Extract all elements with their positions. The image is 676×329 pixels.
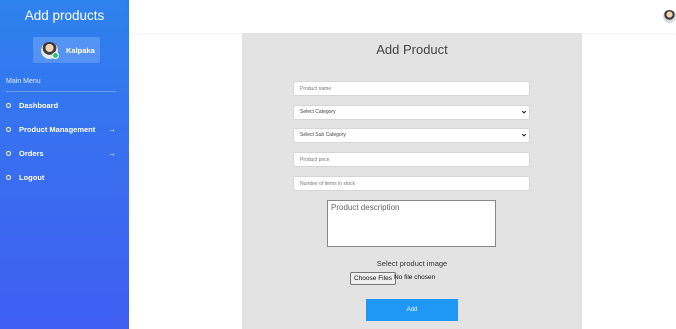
arrow-right-icon: → [108, 148, 116, 158]
menu-heading: Main Menu [6, 78, 41, 85]
product-price-input[interactable] [293, 152, 530, 167]
chevron-down-icon [521, 133, 527, 137]
file-status: No file chosen [394, 274, 436, 281]
category-select[interactable]: Select Category [293, 105, 530, 120]
sidebar-item-label: Logout [19, 172, 45, 182]
sidebar-item-orders[interactable]: Orders → [6, 147, 129, 159]
category-selected-value: Select Category [300, 109, 336, 115]
product-description-textarea[interactable]: Product description [327, 200, 496, 247]
choose-files-button[interactable]: Choose Files [350, 272, 396, 285]
sidebar-item-label: Dashboard [19, 100, 59, 110]
subcategory-selected-value: Select Sub Category [300, 132, 346, 138]
chevron-down-icon [521, 110, 527, 114]
add-product-panel: Add Product Select Category Select Sub C… [242, 33, 582, 329]
avatar [41, 41, 59, 59]
sidebar-item-dashboard[interactable]: Dashboard [6, 99, 58, 111]
sidebar-item-label: Orders [19, 148, 44, 158]
image-label: Select product image [376, 259, 448, 268]
top-bar [129, 0, 676, 33]
arrow-right-icon: → [108, 124, 116, 134]
circle-icon [6, 150, 11, 156]
sidebar: Add products Kalpaka Main Menu Dashboard… [0, 0, 129, 329]
product-name-input[interactable] [293, 81, 530, 96]
user-name: Kalpaka [66, 45, 95, 55]
sidebar-title: Add products [24, 8, 105, 23]
circle-icon [6, 126, 11, 132]
page-title: Add Product [376, 42, 448, 57]
menu-divider [6, 91, 116, 92]
sidebar-item-product-management[interactable]: Product Management → [6, 123, 129, 135]
sidebar-item-label: Product Management [19, 124, 96, 134]
user-card[interactable]: Kalpaka [33, 37, 100, 63]
stock-input[interactable] [293, 176, 530, 191]
circle-icon [6, 102, 11, 108]
circle-icon [6, 174, 11, 180]
description-placeholder: Product description [331, 203, 400, 212]
profile-avatar[interactable] [663, 10, 676, 23]
subcategory-select[interactable]: Select Sub Category [293, 128, 530, 143]
sidebar-item-logout[interactable]: Logout [6, 171, 44, 183]
add-button[interactable]: Add [366, 299, 458, 321]
